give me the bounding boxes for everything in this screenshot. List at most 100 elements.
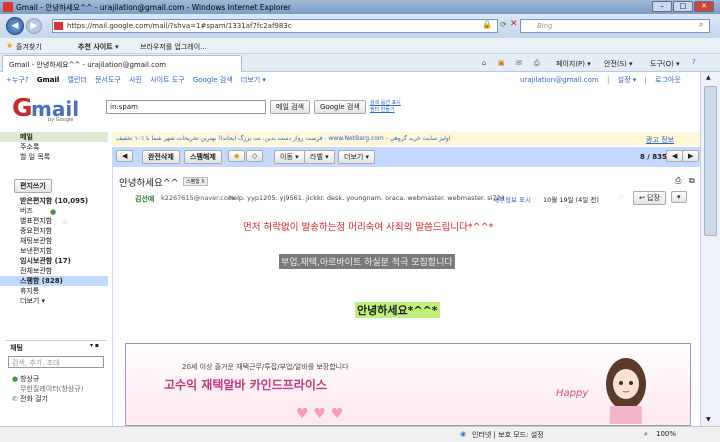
chat-title: 채팅 [10,344,23,352]
sidebar-item-tasks[interactable]: 할 일 목록 [0,152,108,162]
reply-more-button[interactable]: ▾ [671,191,687,203]
minimize-button[interactable]: – [652,1,672,12]
forward-button[interactable]: ▶ [26,18,42,34]
rss-icon[interactable]: ▣ [498,59,505,67]
sidebar-item-spam[interactable]: 스팸함 (828) [0,276,108,286]
reply-label: 답장 [647,194,660,202]
sidebar: 메일 주소록 할 일 목록 [0,132,108,162]
mail-search-button[interactable]: 메일 검색 [270,100,310,114]
ad-text[interactable]: فرصت رواز دست ندين. نت بزرگ ايجاندا! بهت… [116,135,451,142]
search-options-link[interactable]: 검색 옵션 표시 [370,99,401,106]
address-bar: ◀ ▶ https://mail.google.com/mail/?shva=1… [0,14,720,38]
maximize-button[interactable]: □ [673,1,693,12]
favorites-item-upgrade[interactable]: 브라우저를 업그레이... [140,42,207,52]
new-window-icon[interactable]: ⧉ [689,176,695,186]
sidebar-item-chats[interactable]: 채팅보관함 [0,236,108,246]
tools-menu[interactable]: 도구(O) ▾ [650,59,680,69]
banner-image[interactable]: 20세 이상 즐거운 재택근무/투잡/부업/알바를 보장합니다 고수익 재택알바… [125,343,691,426]
mark-important-button[interactable]: ◆ [228,150,246,162]
compose-button[interactable]: 편지쓰기 [14,179,52,193]
sidebar-item-sent[interactable]: 보낸편지함 [0,246,108,256]
reply-button[interactable]: ↩ 답장 [633,191,666,205]
gbar-account[interactable]: urajilation@gmail.com [520,76,599,84]
search-icon[interactable]: ⌕ [699,20,703,30]
gbar-calendar[interactable]: 캘린더 [68,76,87,84]
favorites-item-recommended[interactable]: 추천 사이트 ▾ [78,42,119,52]
body-line-apology: 먼저 허락없이 발송하는점 머리숙여 사죄의 말씀드립니다*^^* [243,222,494,233]
sender-name[interactable]: 김선애 [135,194,154,204]
gbar-more[interactable]: 더보기 ▾ [241,76,266,84]
scroll-up-icon[interactable]: ▲ [706,74,711,81]
banner-subtitle: 20세 이상 즐거운 재택근무/투잡/부업/알바를 보장합니다 [182,363,349,371]
mail-search-input[interactable]: in:spam [106,100,266,114]
page-menu[interactable]: 페이지(P) ▾ [556,59,591,69]
newer-button[interactable]: ◀ [666,150,684,162]
body-line-recruit: 부업,재택,아르바이트 하실분 적극 모집합니다 [279,254,455,269]
more-button[interactable]: 더보기 ▾ [338,150,376,164]
url-text: https://mail.google.com/mail/?shva=1#spa… [67,22,292,30]
gbar-photos[interactable]: 사진 [129,76,142,84]
sidebar-item-important[interactable]: 중요편지함 [0,226,108,236]
sidebar-item-drafts[interactable]: 임시보관함 (17) [0,256,108,266]
scroll-down-icon[interactable]: ▼ [706,416,711,423]
chat-options-icon[interactable]: ▾ ▪ [90,342,99,349]
gbar-search[interactable]: Google 검색 [193,76,233,84]
gbar-gmail[interactable]: Gmail [37,76,60,84]
gbar-settings[interactable]: 설정 ▾ [618,76,637,84]
mail-icon[interactable]: ✉ [516,59,522,67]
print-icon[interactable]: ⎙ [534,59,540,68]
favorites-star-icon: ★ [6,41,14,50]
star-icon: ☆ [62,218,69,226]
ad-row: فرصت رواز دست ندين. نت بزرگ ايجاندا! بهت… [112,132,700,146]
sidebar-item-mail[interactable]: 메일 [0,132,108,142]
spam-tag[interactable]: 스팸함 X [183,177,208,186]
sidebar-item-inbox[interactable]: 받은편지함 (10,095) [0,196,108,206]
buzz-icon: ● [50,208,57,216]
safety-menu[interactable]: 안전(S) ▾ [604,59,633,69]
chat-search-input[interactable]: 검색, 추가, 초대 [8,356,104,368]
stop-icon[interactable]: ✕ [510,19,518,29]
lock-icon[interactable]: 🔒 [482,20,492,29]
home-icon[interactable]: ⌂ [482,59,486,67]
search-input[interactable]: Bing [520,19,710,33]
label-button[interactable]: 라벨 ▾ [304,150,335,164]
page-scrollbar[interactable]: ▲ ▼ [700,72,720,426]
zoom-icon[interactable]: ⌕ [644,430,648,439]
not-spam-button[interactable]: 스팸해제 [184,150,222,164]
sidebar-item-starred[interactable]: 별표편지함 [0,216,108,226]
sidebar-item-trash[interactable]: 휴지통 [0,286,108,296]
gbar-docs[interactable]: 문서도구 [95,76,121,84]
body-line-greeting: 안녕하세요*^^* [355,302,440,318]
star-message-icon[interactable]: ☆ [618,193,624,201]
move-button[interactable]: 이동 ▾ [274,150,305,164]
print-all-icon[interactable]: ⎙ [675,176,681,186]
gbar-sites[interactable]: 사이트 도구 [150,76,184,84]
url-input[interactable]: https://mail.google.com/mail/?shva=1#spa… [52,19,498,33]
delete-forever-button[interactable]: 완전삭제 [142,150,180,164]
gbar-plus-you[interactable]: +누구? [6,76,28,84]
message-subject: 안녕하세요^^ [119,178,179,189]
sidebar-item-contacts[interactable]: 주소록 [0,142,108,152]
sidebar-item-more[interactable]: 더보기 ▾ [0,296,108,306]
tab-gmail[interactable]: Gmail - 안녕하세요^^ - urajilation@gmail.com [2,55,242,72]
gbar-logout[interactable]: 로그아웃 [655,76,681,84]
svg-text:G: G [12,93,33,122]
zoom-level[interactable]: 100% [656,430,676,438]
help-icon[interactable]: ? [692,58,696,66]
scroll-thumb[interactable] [704,86,717,236]
older-button[interactable]: ▶ [682,150,700,162]
back-to-list-button[interactable]: ◀ [116,150,134,162]
close-button[interactable]: ✕ [694,1,714,12]
gmail-favicon-icon [3,2,13,12]
back-button[interactable]: ◀ [6,17,24,35]
favorites-bar: ★ 즐겨찾기 추천 사이트 ▾ 브라우저를 업그레이... [0,38,720,54]
ad-info-link[interactable]: 광고 정보 [646,135,674,145]
create-filter-link[interactable]: 필터 만들기 [370,106,395,113]
favorites-label[interactable]: 즐겨찾기 [16,42,42,52]
mark-not-important-button[interactable]: ◇ [246,150,264,162]
chat-contact-2[interactable]: 무한질레이터(창상규) [0,384,108,394]
google-search-button[interactable]: Google 검색 [314,100,366,114]
show-details-link[interactable]: 세부정보 표시 [493,194,531,204]
refresh-icon[interactable]: ⟳ [500,20,507,29]
sidebar-item-all-mail[interactable]: 전체보관함 [0,266,108,276]
